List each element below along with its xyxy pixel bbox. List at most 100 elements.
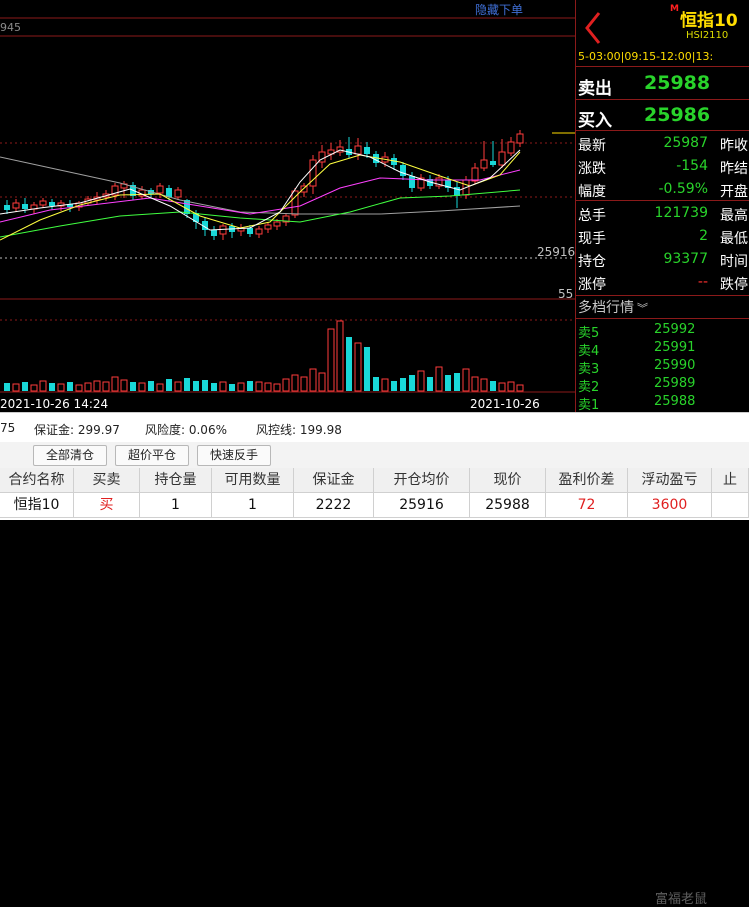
quote-key: 总手: [578, 208, 606, 224]
volume-bar: [346, 337, 352, 391]
volume-bar: [102, 381, 110, 392]
col-header[interactable]: 合约名称: [0, 468, 74, 493]
buy-price[interactable]: 25986: [644, 104, 710, 126]
candle-body: [156, 185, 164, 194]
orderbook-row[interactable]: 卖5 25992: [576, 321, 749, 341]
divider: [576, 130, 749, 131]
divider: [576, 295, 749, 296]
quote-value: 25987: [663, 135, 708, 151]
volume-bar: [373, 377, 379, 391]
cell-contract[interactable]: 恒指10: [0, 493, 74, 518]
quote-row-latest: 最新 25987 昨收: [576, 132, 749, 155]
cell-stop[interactable]: [712, 493, 749, 518]
time-label-start: 2021-10-26 14:24: [0, 397, 109, 411]
cell-float-pnl[interactable]: 3600: [628, 493, 712, 518]
over-price-close-button[interactable]: 超价平仓: [115, 445, 189, 466]
quote-key-2: 时间: [720, 254, 748, 270]
col-header[interactable]: 可用数量: [212, 468, 294, 493]
quote-row-lastvol: 现手 2 最低: [576, 225, 749, 248]
volume-bar: [130, 382, 136, 391]
volume-bar: [507, 381, 515, 392]
divider: [576, 66, 749, 67]
cell-open-avg[interactable]: 25916: [374, 493, 470, 518]
col-header[interactable]: 盈利价差: [546, 468, 628, 493]
col-header[interactable]: 止: [712, 468, 749, 493]
quote-value: -0.59%: [658, 181, 708, 197]
volume-bar: [111, 376, 119, 392]
quick-reverse-button[interactable]: 快速反手: [197, 445, 271, 466]
volume-bar: [409, 375, 415, 391]
close-all-button[interactable]: 全部清仓: [33, 445, 107, 466]
quote-value: 2: [699, 228, 708, 244]
orderbook-price: 25990: [654, 358, 696, 373]
candle-body: [409, 176, 415, 188]
col-header[interactable]: 持仓量: [140, 468, 212, 493]
volume-bar: [174, 381, 182, 392]
orderbook-row[interactable]: 卖4 25991: [576, 339, 749, 359]
volume-bar: [84, 382, 92, 392]
candle-body: [264, 224, 272, 230]
candle-body: [507, 141, 515, 154]
cell-position[interactable]: 1: [140, 493, 212, 518]
volume-bar: [247, 381, 253, 391]
orderbook-row[interactable]: 卖1 25988: [576, 393, 749, 412]
col-header[interactable]: 保证金: [294, 468, 374, 493]
volume-bar: [138, 382, 146, 392]
candle-body: [354, 145, 362, 155]
candle-body: [39, 200, 47, 206]
quote-key: 涨跌: [578, 161, 606, 177]
kline-chart[interactable]: 隐藏下单 945 25916 55 2021-10-26 14:24 2021-…: [0, 0, 575, 412]
col-header[interactable]: 买卖: [74, 468, 140, 493]
volume-bar: [49, 383, 55, 391]
cell-price-diff[interactable]: 72: [546, 493, 628, 518]
orderbook-row[interactable]: 卖2 25989: [576, 375, 749, 395]
candle-body: [49, 202, 55, 206]
volume-bar: [309, 368, 317, 392]
time-label-end: 2021-10-26 15:04: [470, 397, 540, 412]
sell-price[interactable]: 25988: [644, 72, 710, 94]
quote-value: -154: [676, 158, 708, 174]
candle-body: [516, 133, 524, 144]
ma-5-line: [0, 149, 521, 231]
volume-bar: [327, 328, 335, 392]
volume-bar: [211, 383, 217, 391]
col-header[interactable]: 浮动盈亏: [628, 468, 712, 493]
volume-bar: [490, 381, 496, 391]
quote-value: --: [697, 274, 708, 290]
volume-bar: [229, 384, 235, 391]
volume-bar: [237, 382, 245, 392]
volume-bar: [75, 384, 83, 392]
watermark: 富福老鼠: [655, 892, 708, 907]
risk-line-text: 风控线: 199.98: [256, 423, 342, 437]
col-header[interactable]: 现价: [470, 468, 546, 493]
action-bar: 全部清仓 超价平仓 快速反手 富福老鼠: [0, 442, 749, 907]
hide-order-link[interactable]: 隐藏下单: [475, 1, 523, 18]
cell-margin[interactable]: 2222: [294, 493, 374, 518]
cell-last-price[interactable]: 25988: [470, 493, 546, 518]
volume-bar: [462, 368, 470, 392]
candle-body: [480, 159, 488, 169]
volume-bar: [156, 383, 164, 392]
volume-bar: [39, 380, 47, 392]
orderbook-title: 多档行情: [578, 300, 634, 316]
candle-body: [174, 189, 182, 198]
cell-available[interactable]: 1: [212, 493, 294, 518]
volume-bar: [427, 377, 433, 391]
quote-key-2: 昨结: [720, 161, 748, 177]
orderbook-toggle[interactable]: 多档行情 ︾: [578, 297, 648, 317]
volume-bar: [417, 370, 425, 392]
price-tag-volume: 55: [558, 287, 574, 301]
back-arrow-icon[interactable]: [582, 10, 604, 46]
trading-session: 5-03:00|09:15-12:00|13:: [578, 50, 714, 63]
volume-bar: [264, 382, 272, 392]
quote-value: 93377: [663, 251, 708, 267]
col-header[interactable]: 开仓均价: [374, 468, 470, 493]
orderbook-price: 25992: [654, 322, 696, 337]
quote-row-limit: 涨停 -- 跌停: [576, 271, 749, 294]
volume-bar: [93, 380, 101, 392]
cell-side[interactable]: 买: [74, 493, 140, 518]
volume-bar: [354, 342, 362, 392]
orderbook-price: 25988: [654, 394, 696, 409]
orderbook-row[interactable]: 卖3 25990: [576, 357, 749, 377]
volume-bar: [219, 381, 227, 392]
